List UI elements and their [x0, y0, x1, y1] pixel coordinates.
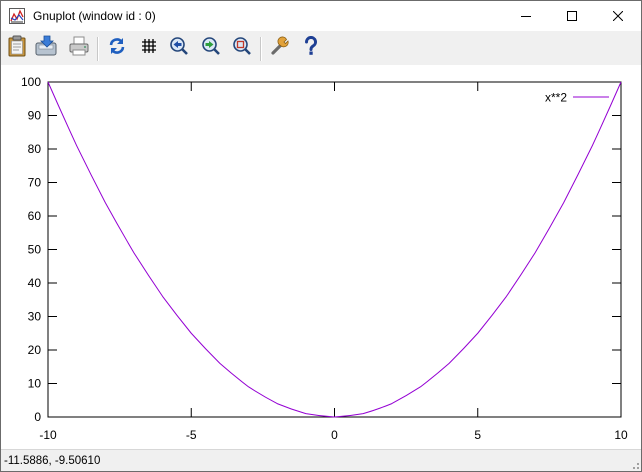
y-tick-label: 40 [28, 276, 42, 290]
replot-icon [107, 36, 127, 61]
status-bar: -11.5886, -9.50610 [1, 449, 641, 471]
close-button[interactable] [595, 1, 641, 31]
options-button[interactable] [268, 36, 292, 60]
grid-icon [141, 38, 157, 59]
legend-label: x**2 [545, 91, 567, 105]
plot-canvas[interactable]: 0 10 20 30 40 50 60 70 80 90 100 -10 -5 0 5 10 x**2 [1, 65, 641, 449]
y-tick-label: 70 [28, 176, 42, 190]
x-tick-label: -5 [186, 428, 197, 442]
copy-to-clipboard-button[interactable] [5, 35, 29, 62]
cursor-coordinates: -11.5886, -9.50610 [4, 455, 101, 467]
resize-grip-icon[interactable] [629, 460, 639, 470]
series-line-x**2 [47, 81, 622, 418]
zoom-next-button[interactable] [199, 36, 223, 60]
toolbar [1, 31, 641, 65]
help-button[interactable] [299, 35, 323, 61]
print-button[interactable] [67, 36, 91, 60]
y-tick-label: 100 [21, 75, 41, 89]
plot-area[interactable]: 0 10 20 30 40 50 60 70 80 90 100 -10 -5 0 5 10 x**2 [1, 65, 641, 449]
x-tick-label: 10 [614, 428, 628, 442]
minimize-button[interactable] [503, 1, 549, 31]
y-tick-label: 50 [28, 243, 42, 257]
gnuplot-app-icon [9, 8, 25, 24]
toolbar-separator [260, 37, 262, 61]
plot-border [47, 81, 622, 418]
unzoom-icon [232, 36, 252, 61]
y-tick-label: 10 [28, 377, 42, 391]
toolbar-separator [97, 37, 99, 61]
close-icon [613, 11, 623, 21]
y-tick-label: 80 [28, 142, 42, 156]
maximize-button[interactable] [549, 1, 595, 31]
y-tick-label: 30 [28, 310, 42, 324]
y-tick-label: 0 [34, 410, 41, 424]
gnuplot-window: Gnuplot (window id : 0) 0 10 20 30 40 50… [0, 0, 642, 472]
window-title: Gnuplot (window id : 0) [33, 9, 156, 23]
title-bar[interactable]: Gnuplot (window id : 0) [1, 1, 641, 31]
y-tick-label: 90 [28, 109, 42, 123]
export-button[interactable] [35, 35, 59, 62]
x-tick-label: 5 [474, 428, 481, 442]
zoom-next-icon [201, 36, 221, 61]
unzoom-button[interactable] [230, 36, 254, 60]
help-icon [303, 35, 319, 61]
toggle-grid-button[interactable] [137, 36, 161, 60]
replot-button[interactable] [105, 36, 129, 60]
zoom-previous-button[interactable] [167, 36, 191, 60]
clipboard-icon [7, 35, 27, 62]
zoom-previous-icon [169, 36, 189, 61]
y-tick-label: 60 [28, 209, 42, 223]
y-tick-label: 20 [28, 343, 42, 357]
x-tick-label: 0 [331, 428, 338, 442]
minimize-icon [521, 11, 531, 21]
x-tick-label: -10 [39, 428, 57, 442]
options-wrench-icon [270, 36, 290, 61]
maximize-icon [567, 11, 577, 21]
print-icon [68, 35, 90, 62]
export-icon [35, 35, 59, 62]
